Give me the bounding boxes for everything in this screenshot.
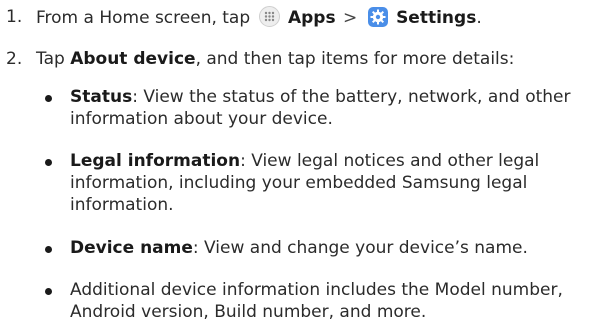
step-2: 2. Tap About device, and then tap items … [6, 48, 609, 70]
apps-label: Apps [287, 8, 336, 28]
item-text: Additional device information includes t… [70, 280, 563, 323]
apps-grid-icon [258, 6, 280, 27]
about-device-label: About device [70, 49, 196, 69]
step-prefix: Tap [36, 49, 65, 69]
list-item: Legal information: View legal notices an… [45, 150, 605, 216]
bullet-dot [45, 288, 52, 295]
list-item: Device name: View and change your device… [45, 237, 605, 259]
list-item: Status: View the status of the battery, … [45, 86, 605, 130]
step-suffix: , and then tap items for more details: [195, 49, 515, 69]
step-suffix: . [476, 8, 482, 28]
item-text: : View the status of the battery, networ… [70, 87, 571, 130]
settings-label: Settings [396, 8, 477, 28]
step-1: 1. From a Home screen, tap Apps > Settin… [6, 6, 609, 29]
bullet-dot [45, 246, 52, 253]
gear-icon [367, 7, 388, 27]
item-title: Legal information [70, 151, 241, 171]
bullet-dot [45, 95, 52, 102]
step-number: 1. [6, 7, 23, 27]
list-item: Additional device information includes t… [45, 279, 605, 323]
item-title: Status [70, 87, 133, 107]
step-prefix: From a Home screen, tap [36, 8, 251, 28]
separator: > [343, 8, 358, 28]
step-number: 2. [6, 49, 23, 69]
step-text: From a Home screen, tap Apps > Settings. [36, 6, 609, 29]
step-text: Tap About device, and then tap items for… [36, 48, 609, 70]
item-text: : View and change your device’s name. [192, 238, 528, 258]
bullet-dot [45, 159, 52, 166]
item-title: Device name [70, 238, 193, 258]
